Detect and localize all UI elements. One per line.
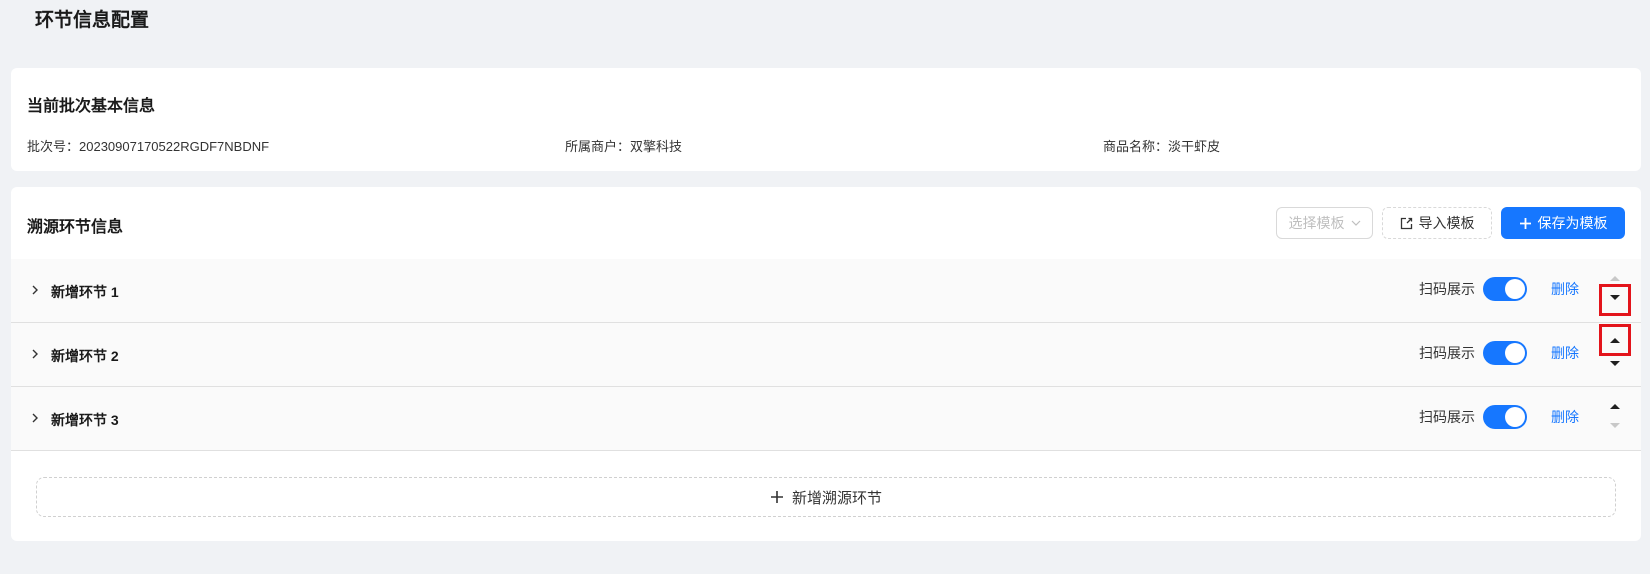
highlight-box xyxy=(1599,284,1631,316)
scan-display-label: 扫码展示 xyxy=(1419,409,1475,425)
scan-display-toggle[interactable] xyxy=(1483,277,1527,301)
chevron-right-icon[interactable] xyxy=(28,411,42,425)
scan-display-toggle[interactable] xyxy=(1483,405,1527,429)
step-row: 新增环节 1 扫码展示 删除 xyxy=(11,259,1641,323)
step-row: 新增环节 3 扫码展示 删除 xyxy=(11,387,1641,451)
arrow-down-icon xyxy=(1610,423,1620,428)
step-list: 新增环节 1 扫码展示 删除 新增环节 2 扫码展示 删除 新增环节 3 扫码展… xyxy=(11,259,1641,451)
merchant-name: 所属商户：双擎科技 xyxy=(565,139,683,154)
page-title: 环节信息配置 xyxy=(35,10,150,31)
add-trace-step-label: 新增溯源环节 xyxy=(791,489,882,507)
arrow-up-icon xyxy=(1610,276,1620,281)
batch-number: 批次号：20230907170522RGDF7NBDNF xyxy=(27,139,270,154)
basic-info-card: 当前批次基本信息 批次号：20230907170522RGDF7NBDNF 所属… xyxy=(11,68,1641,171)
save-as-template-button[interactable]: 保存为模板 xyxy=(1501,207,1625,239)
external-link-icon xyxy=(1400,217,1412,229)
step-row: 新增环节 2 扫码展示 删除 xyxy=(11,323,1641,387)
chevron-down-icon xyxy=(1351,220,1360,226)
step-name: 新增环节 1 xyxy=(51,284,119,300)
trace-steps-title: 溯源环节信息 xyxy=(27,219,124,236)
select-template-dropdown[interactable]: 选择模板 xyxy=(1276,207,1373,239)
toggle-knob xyxy=(1505,407,1525,427)
select-template-label: 选择模板 xyxy=(1288,215,1345,231)
trace-toolbar: 选择模板 导入模板 保存为模板 xyxy=(1276,207,1625,239)
highlight-box xyxy=(1599,324,1631,356)
arrow-down-icon[interactable] xyxy=(1608,359,1622,369)
toggle-knob xyxy=(1505,343,1525,363)
product-name: 商品名称：淡干虾皮 xyxy=(1103,139,1221,154)
basic-info-title: 当前批次基本信息 xyxy=(27,98,156,115)
toggle-knob xyxy=(1505,279,1525,299)
step-name: 新增环节 2 xyxy=(51,348,119,364)
chevron-right-icon[interactable] xyxy=(28,283,42,297)
import-template-label: 导入模板 xyxy=(1418,215,1475,231)
scan-display-label: 扫码展示 xyxy=(1419,345,1475,361)
step-name: 新增环节 3 xyxy=(51,412,119,428)
trace-steps-card: 溯源环节信息 选择模板 导入模板 保存为模板 新增环节 1 扫码展示 删除 新增… xyxy=(11,187,1641,541)
save-as-template-label: 保存为模板 xyxy=(1537,215,1608,231)
delete-step-link[interactable]: 删除 xyxy=(1551,279,1579,299)
scan-display-label: 扫码展示 xyxy=(1419,281,1475,297)
delete-step-link[interactable]: 删除 xyxy=(1551,407,1579,427)
import-template-button[interactable]: 导入模板 xyxy=(1382,207,1492,239)
arrow-up-icon[interactable] xyxy=(1608,401,1622,411)
plus-icon xyxy=(1519,217,1531,229)
chevron-right-icon[interactable] xyxy=(28,347,42,361)
delete-step-link[interactable]: 删除 xyxy=(1551,343,1579,363)
scan-display-toggle[interactable] xyxy=(1483,341,1527,365)
add-trace-step-button[interactable]: 新增溯源环节 xyxy=(36,477,1616,517)
plus-icon xyxy=(770,491,783,503)
